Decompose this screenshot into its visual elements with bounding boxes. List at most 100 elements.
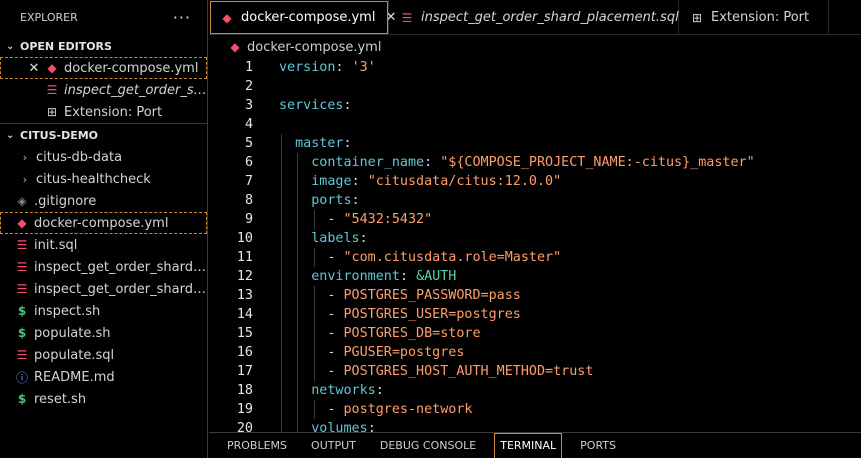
line-number: 9 — [244, 212, 253, 227]
open-editors-header[interactable]: ⌄ OPEN EDITORS — [0, 35, 207, 57]
open-editor-item[interactable]: ⊞ Extension: Port — [0, 101, 207, 123]
code-line: 3 services: — [209, 96, 861, 115]
line-number: 4 — [244, 117, 253, 132]
code-text: - postgres-network — [279, 402, 473, 417]
indent-guide — [297, 153, 298, 172]
code-text: - "com.citusdata.role=Master" — [279, 250, 562, 265]
code-text: - POSTGRES_PASSWORD=pass — [279, 288, 521, 303]
shell-icon: $ — [17, 392, 27, 406]
tab-terminal[interactable]: TERMINAL — [494, 432, 563, 458]
indent-guide — [281, 267, 282, 286]
file-item[interactable]: $ reset.sh — [0, 388, 207, 410]
tab-inspect-placement[interactable]: ☰ inspect_get_order_shard_placement.sql — [389, 0, 679, 35]
indent-guide — [297, 286, 298, 305]
folder-item[interactable]: › citus-db-data — [0, 146, 207, 168]
indent-guide — [281, 134, 282, 153]
code-line: 4 — [209, 115, 861, 134]
line-number: 10 — [236, 231, 253, 246]
indent-guide — [281, 191, 282, 210]
file-label: inspect.sh — [34, 303, 101, 319]
code-line: 19 - postgres-network — [209, 400, 861, 419]
file-item[interactable]: ☰ init.sql — [0, 234, 207, 256]
database-icon: ☰ — [16, 238, 28, 252]
indent-guide — [297, 248, 298, 267]
close-icon[interactable]: ✕ — [26, 61, 42, 76]
code-text: environment: &AUTH — [311, 269, 457, 284]
file-item-selected[interactable]: ◆ docker-compose.yml — [0, 212, 207, 234]
code-line: 17 - POSTGRES_HOST_AUTH_METHOD=trust — [209, 362, 861, 381]
docker-icon: ◆ — [17, 216, 27, 230]
indent-guide — [297, 229, 298, 248]
docker-icon: ◆ — [230, 40, 240, 54]
open-editor-label: Extension: Port — [64, 104, 163, 120]
open-editor-item[interactable]: ☰ inspect_get_order_shard_placement.sql — [0, 79, 207, 101]
more-actions-icon[interactable]: ··· — [173, 8, 191, 27]
indent-guide — [281, 153, 282, 172]
indent-guide — [297, 324, 298, 343]
file-label: reset.sh — [34, 391, 87, 407]
indent-guide — [314, 400, 315, 419]
tab-problems[interactable]: PROBLEMS — [221, 433, 293, 458]
code-line: 5 master: — [209, 134, 861, 153]
indent-guide — [281, 324, 282, 343]
project-header[interactable]: ⌄ CITUS-DEMO — [0, 124, 207, 146]
file-label: populate.sql — [34, 347, 115, 363]
file-label: README.md — [34, 369, 115, 385]
file-label: init.sql — [34, 237, 78, 253]
indent-guide — [314, 362, 315, 381]
code-editor[interactable]: 1 version: '3' 2 3 services: 4 5 master: 6 cont… — [209, 58, 861, 432]
file-item[interactable]: ⓘ README.md — [0, 366, 207, 388]
file-item[interactable]: ☰ populate.sql — [0, 344, 207, 366]
breadcrumb[interactable]: ◆ docker-compose.yml — [209, 36, 861, 58]
indent-guide — [297, 343, 298, 362]
code-text: networks: — [311, 383, 384, 398]
database-icon: ☰ — [46, 83, 58, 97]
code-text: ports: — [311, 193, 360, 208]
code-line: 2 — [209, 77, 861, 96]
chevron-down-icon: ⌄ — [6, 40, 15, 52]
code-text: services: — [279, 98, 352, 113]
line-number: 17 — [236, 364, 253, 379]
open-editor-item[interactable]: ✕ ◆ docker-compose.yml — [0, 57, 207, 79]
code-text: - POSTGRES_HOST_AUTH_METHOD=trust — [279, 364, 594, 379]
editor-tabs: ◆ docker-compose.yml ✕ ☰ inspect_get_ord… — [209, 0, 861, 35]
code-text: - POSTGRES_USER=postgres — [279, 307, 521, 322]
project-title: CITUS-DEMO — [20, 128, 99, 142]
file-item[interactable]: $ populate.sh — [0, 322, 207, 344]
code-line: 11 - "com.citusdata.role=Master" — [209, 248, 861, 267]
tab-extension-port[interactable]: ⊞ Extension: Port — [679, 0, 829, 35]
file-item[interactable]: ◈ .gitignore — [0, 190, 207, 212]
tab-debug-console[interactable]: DEBUG CONSOLE — [374, 433, 482, 458]
file-item[interactable]: ☰ inspect_get_order_shard_placement.sql — [0, 256, 207, 278]
indent-guide — [314, 286, 315, 305]
indent-guide — [297, 191, 298, 210]
indent-guide — [314, 210, 315, 229]
indent-guide — [281, 419, 282, 432]
database-icon: ☰ — [16, 282, 28, 296]
line-number: 18 — [236, 383, 253, 398]
indent-guide — [281, 172, 282, 191]
tab-output[interactable]: OUTPUT — [305, 433, 362, 458]
indent-guide — [281, 400, 282, 419]
shell-icon: $ — [17, 326, 27, 340]
folder-item[interactable]: › citus-healthcheck — [0, 168, 207, 190]
line-number: 19 — [236, 402, 253, 417]
file-item[interactable]: $ inspect.sh — [0, 300, 207, 322]
open-editors-title: OPEN EDITORS — [20, 39, 112, 53]
explorer-header: EXPLORER ··· — [0, 0, 207, 35]
code-line: 9 - "5432:5432" — [209, 210, 861, 229]
line-number: 16 — [236, 345, 253, 360]
tab-ports[interactable]: PORTS — [574, 433, 622, 458]
line-number: 5 — [244, 136, 253, 151]
shell-icon: $ — [17, 304, 27, 318]
tab-docker-compose[interactable]: ◆ docker-compose.yml ✕ — [209, 0, 396, 35]
file-item[interactable]: ☰ inspect_get_order_shard_table.sql — [0, 278, 207, 300]
line-number: 20 — [236, 421, 253, 432]
indent-guide — [281, 286, 282, 305]
code-line: 8 ports: — [209, 191, 861, 210]
file-label: inspect_get_order_shard_placement.sql — [34, 259, 207, 275]
indent-guide — [281, 229, 282, 248]
line-number: 2 — [244, 79, 253, 94]
code-text: labels: — [311, 231, 368, 246]
